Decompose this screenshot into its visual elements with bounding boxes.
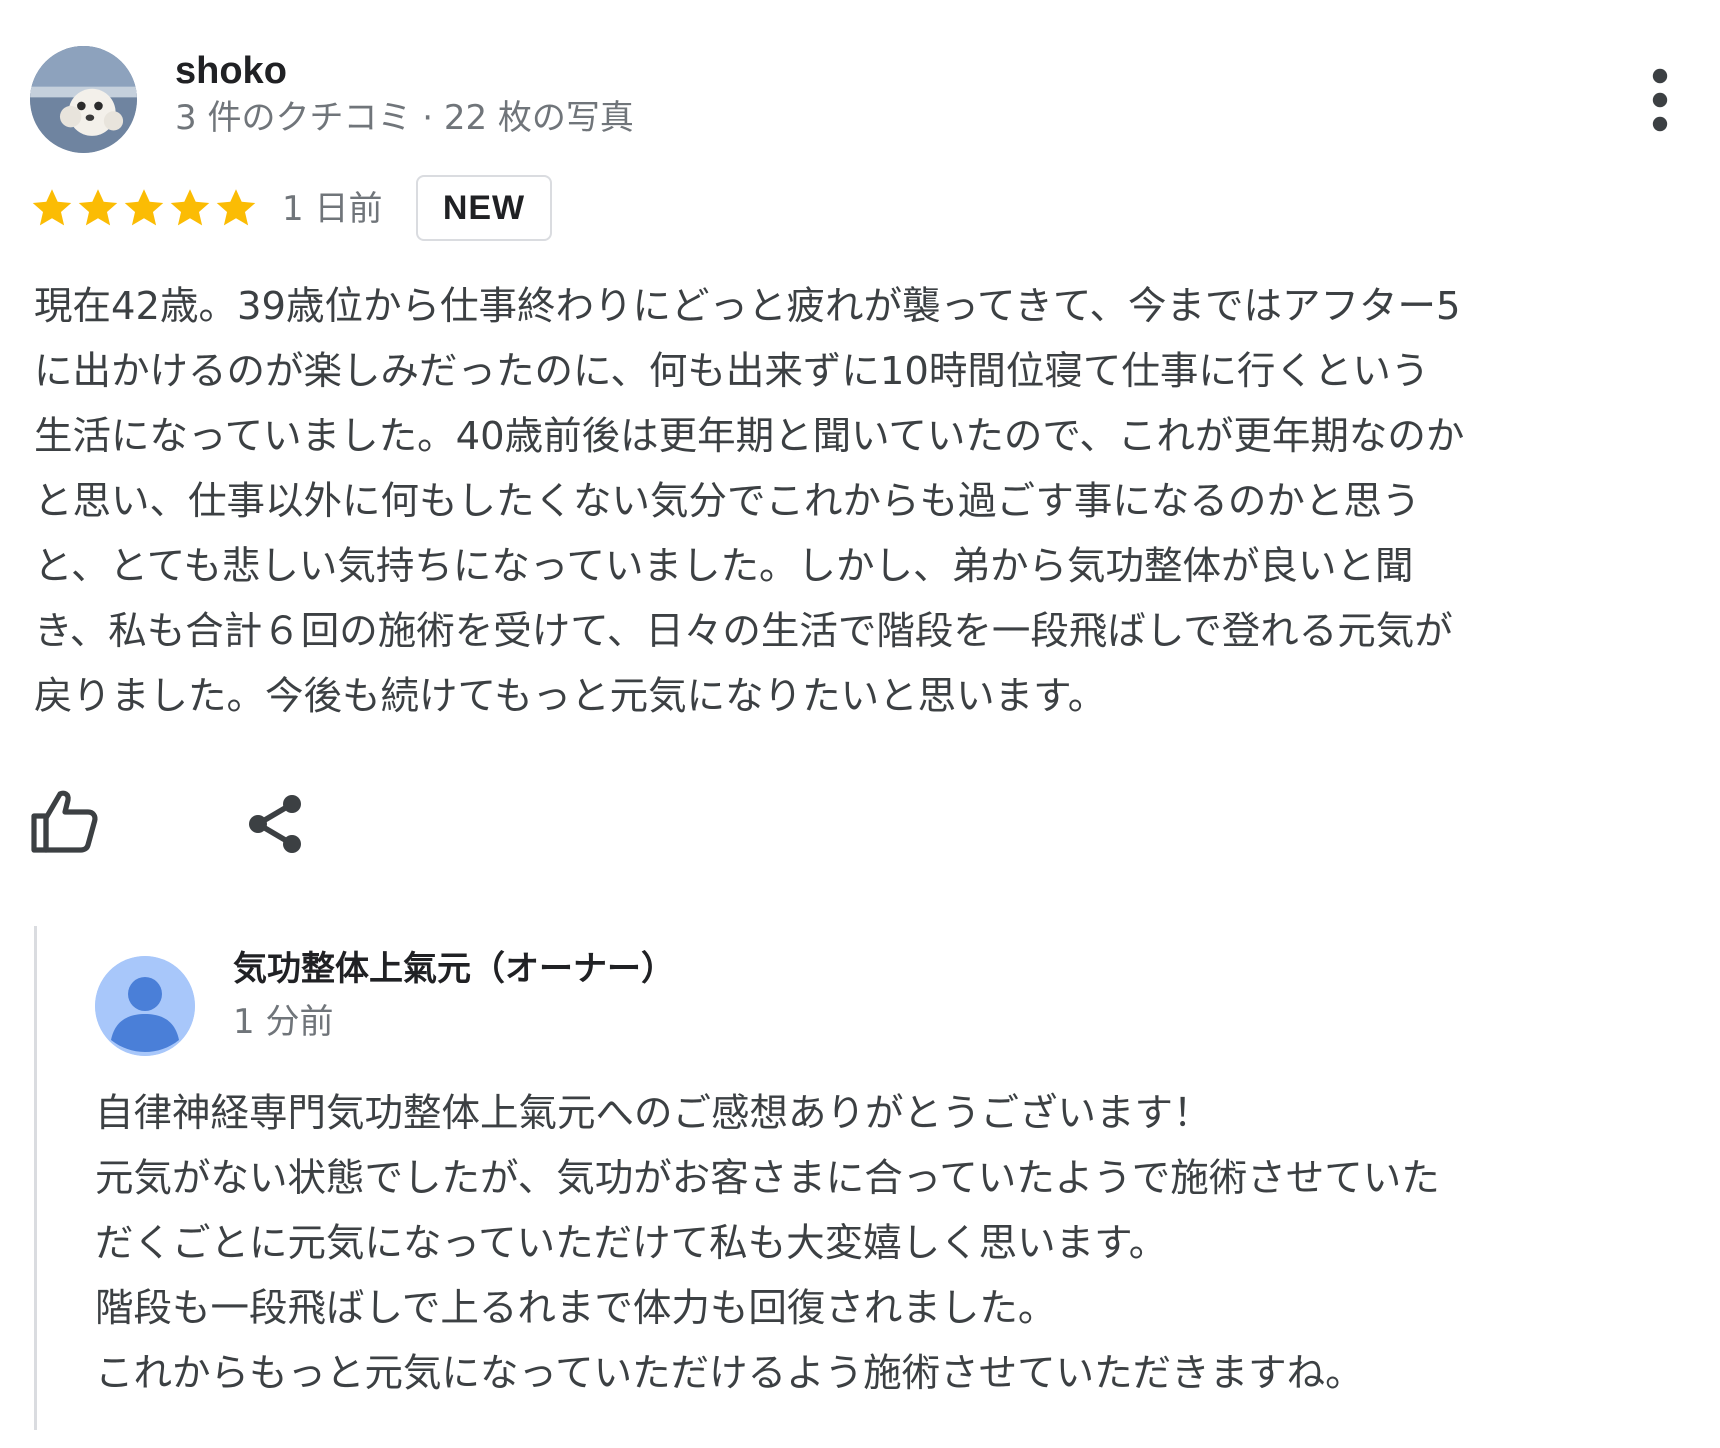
owner-name: 気功整体上氣元（オーナー） <box>233 949 675 989</box>
reviewer-name[interactable]: shoko <box>175 48 287 94</box>
star-rating <box>30 186 258 232</box>
reply-text-line: だくごとに元気になっていただけて私も大変嬉しく思います。 <box>95 1221 1168 1266</box>
review-text: 現在42歳。39歳位から仕事終わりにどっと疲れが襲ってきて、今まではアフター5 … <box>34 274 1706 729</box>
review-text-line: き、私も合計６回の施術を受けて、日々の生活で階段を一段飛ばしで登れる元気が <box>34 609 1453 654</box>
reply-text: 自律神経専門気功整体上氣元へのご感想ありがとうございます！ 元気がない状態でした… <box>95 1081 1685 1406</box>
review-text-line: 現在42歳。39歳位から仕事終わりにどっと疲れが襲ってきて、今まではアフター5 <box>34 284 1461 329</box>
reply-date: 1 分前 <box>233 1002 334 1042</box>
owner-reply: 気功整体上氣元（オーナー） 1 分前 自律神経専門気功整体上氣元へのご感想ありが… <box>34 926 1697 1430</box>
review-text-line: 戻りました。今後も続けてもっと元気になりたいと思います。 <box>34 674 1107 719</box>
review-text-line: 生活になっていました。40歳前後は更年期と聞いていたので、これが更年期なのか <box>34 414 1465 459</box>
more-options-button[interactable] <box>1630 62 1690 138</box>
reply-text-line: これからもっと元気になっていただけるよう施術させていただきますね。 <box>95 1351 1364 1396</box>
reply-text-line: 階段も一段飛ばしで上るれまで体力も回復されました。 <box>95 1286 1057 1331</box>
star-icon <box>30 186 74 230</box>
reviewer-stats[interactable]: 3 件のクチコミ · 22 枚の写真 <box>175 96 634 140</box>
owner-avatar <box>95 956 195 1056</box>
star-icon <box>214 186 258 230</box>
reply-text-line: 自律神経専門気功整体上氣元へのご感想ありがとうございます！ <box>95 1091 1212 1136</box>
new-badge: NEW <box>416 175 552 241</box>
like-button[interactable] <box>30 788 100 854</box>
review-text-line: と、とても悲しい気持ちになっていました。しかし、弟から気功整体が良いと聞 <box>34 544 1414 589</box>
reviewer-avatar[interactable] <box>30 46 137 153</box>
review-date: 1 日前 <box>282 189 383 229</box>
more-vert-icon <box>1652 68 1668 132</box>
star-icon <box>168 186 212 230</box>
share-button[interactable] <box>244 792 306 856</box>
thumb-up-icon <box>31 790 98 853</box>
star-icon <box>122 186 166 230</box>
review-text-line: と思い、仕事以外に何もしたくない気分でこれからも過ごす事になるのかと思う <box>34 479 1421 524</box>
review-text-line: に出かけるのが楽しみだったのに、何も出来ずに10時間位寝て仕事に行くという <box>34 349 1430 394</box>
reply-text-line: 元気がない状態でしたが、気功がお客さまに合っていたようで施術させていた <box>95 1156 1440 1201</box>
share-icon <box>249 795 301 853</box>
star-icon <box>76 186 120 230</box>
review-card: shoko 3 件のクチコミ · 22 枚の写真 1 日前 NEW 現在42歳。… <box>0 0 1720 1448</box>
